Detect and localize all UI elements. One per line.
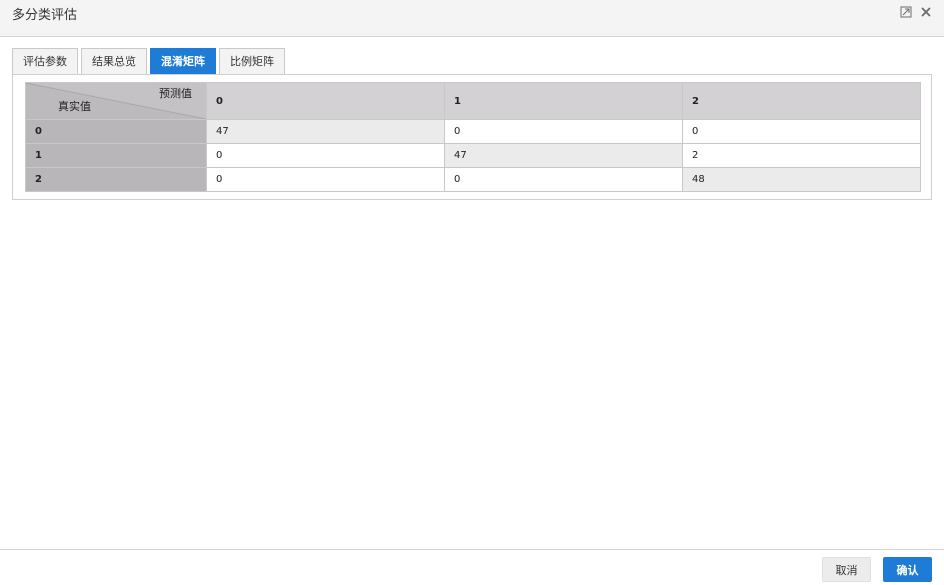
dialog-footer: 取消 确认 <box>0 549 944 585</box>
tab-evaluation-params[interactable]: 评估参数 <box>12 48 78 74</box>
matrix-cell: 47 <box>444 143 683 168</box>
restore-icon[interactable] <box>900 6 912 18</box>
actual-label: 真实值 <box>58 100 91 113</box>
column-header: 1 <box>444 82 683 120</box>
close-icon[interactable] <box>920 6 932 18</box>
matrix-cell: 47 <box>206 119 445 144</box>
row-header: 1 <box>25 143 207 168</box>
tab-bar: 评估参数 结果总览 混淆矩阵 比例矩阵 <box>12 48 285 74</box>
cancel-button[interactable]: 取消 <box>822 557 871 582</box>
confirm-button[interactable]: 确认 <box>883 557 932 582</box>
row-header: 0 <box>25 119 207 144</box>
window-controls <box>900 6 932 18</box>
tab-results-overview[interactable]: 结果总览 <box>81 48 147 74</box>
matrix-header-row: 预测值 真实值 0 1 2 <box>25 82 921 120</box>
matrix-row: 0 47 0 0 <box>25 119 921 144</box>
matrix-cell: 2 <box>682 143 921 168</box>
column-header: 0 <box>206 82 445 120</box>
matrix-cell: 0 <box>444 119 683 144</box>
tab-ratio-matrix[interactable]: 比例矩阵 <box>219 48 285 74</box>
matrix-corner-cell: 预测值 真实值 <box>25 82 207 120</box>
matrix-cell: 48 <box>682 167 921 192</box>
dialog-title: 多分类评估 <box>12 8 78 23</box>
row-header: 2 <box>25 167 207 192</box>
tab-confusion-matrix[interactable]: 混淆矩阵 <box>150 48 216 74</box>
matrix-row: 2 0 0 48 <box>25 167 921 192</box>
column-header: 2 <box>682 82 921 120</box>
matrix-row: 1 0 47 2 <box>25 143 921 168</box>
matrix-cell: 0 <box>206 167 445 192</box>
confusion-matrix-panel: 预测值 真实值 0 1 2 0 47 0 0 1 0 47 2 2 0 0 48 <box>12 74 932 200</box>
matrix-cell: 0 <box>444 167 683 192</box>
matrix-cell: 0 <box>206 143 445 168</box>
matrix-cell: 0 <box>682 119 921 144</box>
confusion-matrix-table: 预测值 真实值 0 1 2 0 47 0 0 1 0 47 2 2 0 0 48 <box>25 82 921 192</box>
predicted-label: 预测值 <box>159 87 192 100</box>
dialog-titlebar: 多分类评估 <box>0 0 944 37</box>
